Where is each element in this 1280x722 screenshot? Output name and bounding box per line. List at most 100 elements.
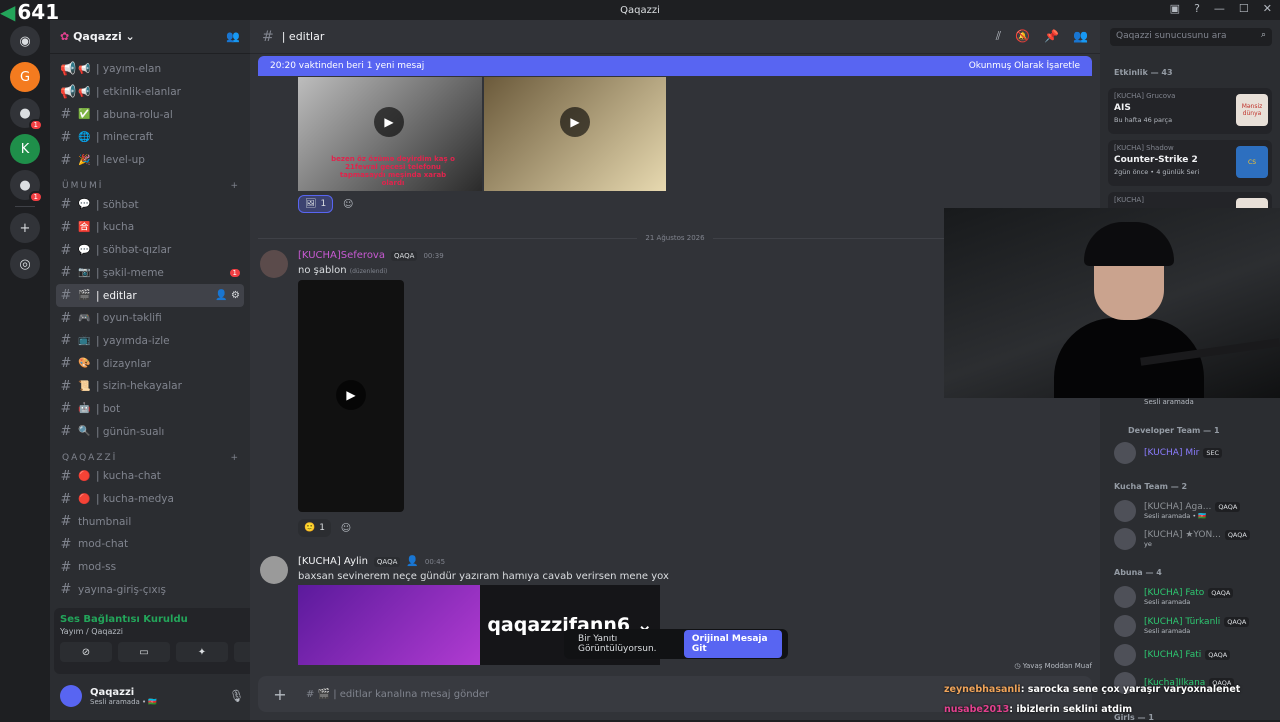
reaction-pill[interactable]: 🙂 1 <box>298 519 331 537</box>
guild-header[interactable]: ✿ Qaqazzi ⌄ 👥 <box>50 20 250 54</box>
avatar[interactable] <box>1114 528 1136 550</box>
channel-emoji: 🌐 <box>78 131 91 143</box>
message-author[interactable]: [KUCHA]Seferova <box>298 250 385 261</box>
activity-card[interactable]: [KUCHA] Shadow Counter-Strike 2 2gün önce … <box>1108 140 1272 186</box>
channel-item[interactable]: # 🔍 | günün-sualı <box>56 420 244 443</box>
channel-item[interactable]: 📢 📢 | yayım-elan <box>56 58 244 81</box>
avatar[interactable] <box>60 685 82 707</box>
avatar[interactable] <box>1114 500 1136 522</box>
avatar[interactable] <box>1114 442 1136 464</box>
minimize-button[interactable]: — <box>1214 2 1225 15</box>
channel-item[interactable]: # 🌐 | minecraft <box>56 126 244 149</box>
server-icon[interactable]: ◉ <box>10 26 40 56</box>
category-header[interactable]: QAQAZZİ + <box>56 443 244 465</box>
avatar[interactable] <box>260 250 288 278</box>
hash-icon: # <box>262 28 274 45</box>
channel-label: | bot <box>96 402 121 415</box>
channel-label: | şəkil-meme <box>96 266 164 279</box>
channel-emoji: 💬 <box>78 244 91 256</box>
channel-item[interactable]: # 🎨 | dizaynlar <box>56 352 244 375</box>
guild-tag[interactable]: QAQA <box>390 250 418 261</box>
channel-item[interactable]: # 🔴 | kucha-chat <box>56 465 244 488</box>
guild-tag: QAQA <box>1205 650 1231 660</box>
channel-item[interactable]: # yayına-giriş-çıxış <box>56 578 244 601</box>
category-header[interactable]: ÜMUMİ + <box>56 171 244 193</box>
channel-item[interactable]: # 💬 | söhbət <box>56 193 244 216</box>
channel-item[interactable]: # 🔴 | kucha-medya <box>56 488 244 511</box>
threads-icon[interactable]: ⫽ <box>996 29 1001 44</box>
message-author[interactable]: [KUCHA] Aylin <box>298 556 368 567</box>
channel-label: | günün-sualı <box>96 425 165 438</box>
channel-item[interactable]: # 📷 | şəkil-meme 1 <box>56 262 244 285</box>
play-icon[interactable]: ▶ <box>336 380 366 410</box>
screen-share-button[interactable]: ▭ <box>118 642 170 662</box>
announcement-icon: 📢 <box>60 61 77 77</box>
add-reaction-icon[interactable]: ☺ <box>339 195 357 213</box>
avatar[interactable] <box>1114 644 1136 666</box>
camera-off-button[interactable]: ⊘ <box>60 642 112 662</box>
server-icon[interactable]: ◎ <box>10 249 40 279</box>
activities-button[interactable]: ✦ <box>176 642 228 662</box>
upload-plus-icon[interactable]: + <box>270 684 290 704</box>
server-icon[interactable]: + <box>10 213 40 243</box>
reaction-pill[interactable]: 🖼 1 <box>298 195 334 213</box>
member-item[interactable]: [KUCHA] ★YON... QAQA ye <box>1114 528 1274 550</box>
channel-emoji: 📷 <box>78 267 91 279</box>
channel-item[interactable]: # 🈴 | kucha <box>56 216 244 239</box>
avatar[interactable] <box>1114 615 1136 637</box>
channel-item[interactable]: # 🤖 | bot <box>56 398 244 421</box>
inbox-icon[interactable]: ▣ <box>1170 2 1180 15</box>
guild-tag: QAQA <box>1224 617 1250 627</box>
user-name: Qaqazzi <box>90 686 135 698</box>
channel-label: | dizaynlar <box>96 357 151 370</box>
help-icon[interactable]: ? <box>1194 2 1200 15</box>
video-attachment[interactable]: ▶ <box>298 280 404 512</box>
members-toggle-icon[interactable]: 👥 <box>1073 29 1088 44</box>
server-icon[interactable]: G <box>10 62 40 92</box>
channel-label: | sizin-hekayalar <box>96 380 182 393</box>
channel-item[interactable]: # thumbnail <box>56 510 244 533</box>
channel-label: mod-chat <box>78 538 129 551</box>
mark-as-read-button[interactable]: Okunmuş Olarak İşaretle <box>969 61 1080 71</box>
channel-item[interactable]: # mod-chat <box>56 533 244 556</box>
message-input[interactable]: # 🎬 | editlar kanalına mesaj gönder <box>306 689 489 700</box>
member-item[interactable]: [KUCHA] Fati QAQA <box>1114 644 1274 666</box>
member-item[interactable]: [KUCHA] Fato QAQA Sesli aramada <box>1114 586 1274 608</box>
channel-item[interactable]: # 💬 | söhbət-qızlar <box>56 239 244 262</box>
member-item[interactable]: [KUCHA] Mir SEC <box>1114 442 1274 464</box>
notification-bell-icon[interactable]: 🔕 <box>1015 29 1030 44</box>
new-messages-bar[interactable]: 20:20 vaktinden beri 1 yeni mesaj Okunmu… <box>258 56 1092 76</box>
play-icon[interactable]: ▶ <box>560 107 590 137</box>
channel-settings-icon[interactable]: 👤 ⚙ <box>215 290 240 301</box>
member-item[interactable]: [KUCHA] Aga... QAQA Sesli aramada • 🇦🇿 <box>1114 500 1274 522</box>
close-button[interactable]: ✕ <box>1263 2 1272 15</box>
server-icon[interactable]: ● 1 <box>10 98 43 131</box>
server-icon[interactable]: ● 1 <box>10 170 43 203</box>
channel-item[interactable]: # 📜 | sizin-hekayalar <box>56 375 244 398</box>
channel-item[interactable]: # 🎮 | oyun-təklifi <box>56 307 244 330</box>
add-channel-icon[interactable]: + <box>230 453 240 463</box>
video-thumbnail[interactable]: ▶ <box>484 77 666 191</box>
maximize-button[interactable]: ☐ <box>1239 2 1249 15</box>
channel-item[interactable]: # mod-ss <box>56 556 244 579</box>
video-thumbnail[interactable]: ▶ bezen öz özümə deyirdim kaş o 21fevral… <box>298 77 482 191</box>
channel-item[interactable]: 📢 📢 | etkinlik-elanlar <box>56 81 244 104</box>
microphone-icon[interactable]: 🎙 <box>229 689 244 703</box>
server-icon[interactable]: K <box>10 134 40 164</box>
channel-item[interactable]: # 🎬 | editlar 👤 ⚙ <box>56 284 244 307</box>
add-reaction-icon[interactable]: ☺ <box>337 519 355 537</box>
add-channel-icon[interactable]: + <box>230 181 240 191</box>
add-member-icon[interactable]: 👥 <box>226 30 240 43</box>
channel-item[interactable]: # ✅ | abuna-rolu-al <box>56 103 244 126</box>
guild-tag[interactable]: QAQA <box>373 556 401 567</box>
channel-item[interactable]: # 🎉 | level-up <box>56 149 244 172</box>
channel-item[interactable]: # 📺 | yayımda-izle <box>56 330 244 353</box>
search-input[interactable]: Qaqazzi sunucusunu ara ⌕ <box>1110 28 1272 46</box>
pin-icon[interactable]: 📌 <box>1044 29 1059 44</box>
jump-to-original-button[interactable]: Orijinal Mesaja Git <box>683 630 782 658</box>
play-icon[interactable]: ▶ <box>374 107 404 137</box>
activity-card[interactable]: [KUCHA] Grucova AIS Bu hafta 46 parça Mənsi… <box>1108 88 1272 134</box>
member-item[interactable]: [KUCHA] Türkanli QAQA Sesli aramada <box>1114 615 1274 637</box>
avatar[interactable] <box>260 556 288 584</box>
avatar[interactable] <box>1114 586 1136 608</box>
